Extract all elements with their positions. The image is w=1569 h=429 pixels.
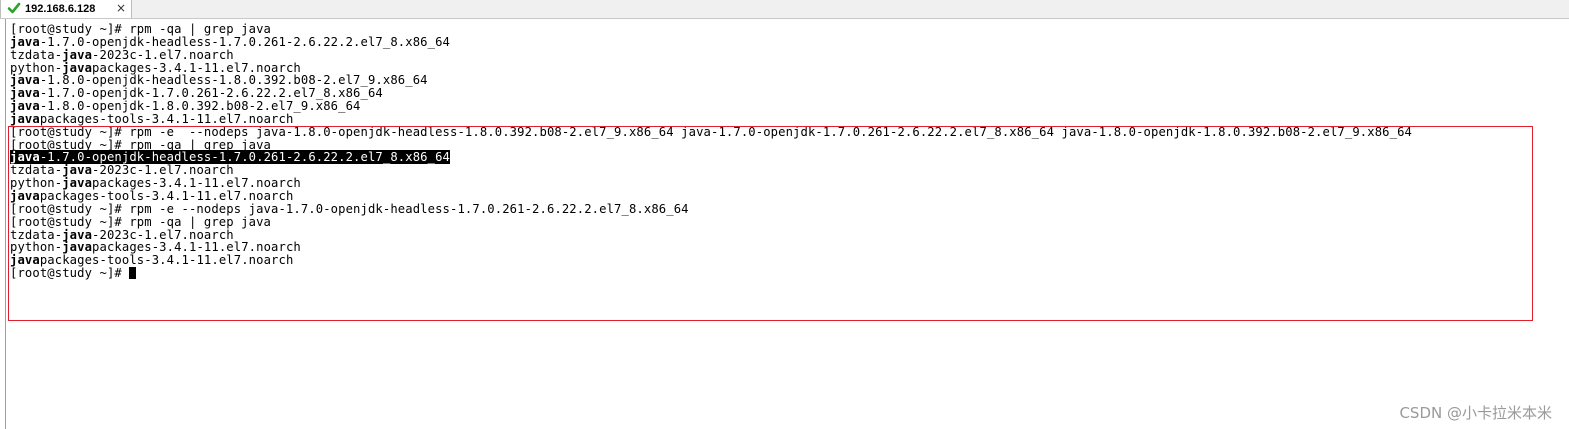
watermark: CSDN @小卡拉米本米 xyxy=(1399,404,1552,422)
terminal-cursor xyxy=(129,267,137,280)
session-tab-label: 192.168.6.128 xyxy=(25,3,96,15)
terminal-output-area[interactable]: [root@study ~]# rpm -qa | grep java java-… xyxy=(0,19,1569,429)
green-check-icon xyxy=(7,2,21,14)
terminal-line: javapackages-tools-3.4.1-11.el7.noarch xyxy=(10,254,1412,267)
terminal-line: [root@study ~]# xyxy=(10,267,1412,280)
session-tab-bar: 192.168.6.128 × xyxy=(0,0,1569,19)
close-icon[interactable]: × xyxy=(116,1,126,15)
terminal-app-window: 192.168.6.128 × [root@study ~]# rpm -qa … xyxy=(0,0,1569,429)
terminal-left-divider xyxy=(5,19,6,429)
terminal-lines: [root@study ~]# rpm -qa | grep java java-… xyxy=(10,23,1412,280)
terminal-text: [root@study ~]# xyxy=(10,266,130,281)
session-tab[interactable]: 192.168.6.128 × xyxy=(0,0,132,18)
